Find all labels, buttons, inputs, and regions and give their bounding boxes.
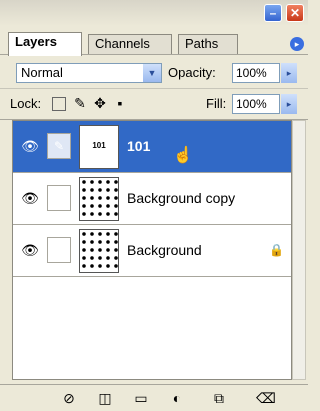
blend-mode-value: Normal bbox=[21, 65, 63, 80]
lock-position-icon[interactable]: ✥ bbox=[92, 95, 108, 111]
chevron-down-icon[interactable]: ▼ bbox=[143, 64, 161, 82]
layers-scrollbar[interactable] bbox=[292, 120, 306, 380]
new-layer-icon[interactable]: ⧉ bbox=[210, 389, 228, 407]
layer-name: Background bbox=[127, 242, 202, 258]
layer-name: 101 bbox=[127, 138, 151, 154]
lock-label: Lock: bbox=[10, 96, 42, 111]
opacity-slider-button[interactable]: ▸ bbox=[281, 63, 297, 83]
lock-transparent-icon[interactable] bbox=[52, 97, 66, 111]
fill-label: Fill: bbox=[206, 96, 227, 111]
link-slot[interactable] bbox=[47, 185, 71, 211]
minimize-button[interactable]: – bbox=[264, 4, 282, 22]
close-button[interactable]: ✕ bbox=[286, 4, 304, 22]
group-icon[interactable]: ▭ bbox=[132, 389, 150, 407]
eye-icon[interactable]: 👁 bbox=[18, 136, 42, 156]
eye-icon[interactable]: 👁 bbox=[18, 188, 42, 208]
layer-row[interactable]: 👁 ✎ 101 101 ☝ bbox=[13, 121, 291, 173]
layer-row[interactable]: 👁 Background 🔒 bbox=[13, 225, 291, 277]
brush-icon[interactable]: ✎ bbox=[47, 133, 71, 159]
blend-opacity-row: Normal ▼ Opacity: 100% ▸ bbox=[0, 58, 308, 89]
adjustment-icon[interactable]: ◐ bbox=[168, 389, 186, 407]
hand-cursor-icon: ☝ bbox=[173, 147, 193, 164]
fill-slider-button[interactable]: ▸ bbox=[281, 94, 297, 114]
panel-titlebar: – ✕ bbox=[0, 0, 308, 26]
layer-name: Background copy bbox=[127, 190, 236, 206]
tab-layers[interactable]: Layers bbox=[8, 32, 82, 56]
fill-field[interactable]: 100% bbox=[232, 94, 280, 114]
mask-icon[interactable]: ◫ bbox=[96, 389, 114, 407]
trash-icon[interactable]: ⌫ bbox=[256, 389, 276, 407]
tab-paths[interactable]: Paths bbox=[178, 34, 238, 54]
blend-mode-select[interactable]: Normal ▼ bbox=[16, 63, 162, 83]
lock-all-icon[interactable]: ▪ bbox=[112, 95, 128, 111]
opacity-field[interactable]: 100% bbox=[232, 63, 280, 83]
lock-paint-icon[interactable]: ✎ bbox=[72, 95, 88, 111]
layer-thumbnail bbox=[79, 229, 119, 273]
eye-icon[interactable]: 👁 bbox=[18, 240, 42, 260]
panel-footer: ⊘ ◫ ▭ ◐ ⧉ ⌫ bbox=[0, 384, 308, 411]
panel-tabs: Layers Channels Paths bbox=[0, 30, 308, 56]
tab-channels[interactable]: Channels bbox=[88, 34, 172, 54]
lock-icon: 🔒 bbox=[269, 243, 284, 257]
panel-menu-button[interactable]: ▸ bbox=[290, 37, 304, 51]
layers-list: 👁 ✎ 101 101 ☝ 👁 Background copy 👁 Backgr… bbox=[12, 120, 292, 380]
layer-style-icon[interactable]: ⊘ bbox=[60, 389, 78, 407]
link-slot[interactable] bbox=[47, 237, 71, 263]
layer-row[interactable]: 👁 Background copy bbox=[13, 173, 291, 225]
layer-thumbnail bbox=[79, 177, 119, 221]
opacity-label: Opacity: bbox=[168, 65, 216, 80]
layer-thumbnail: 101 bbox=[79, 125, 119, 169]
lock-fill-row: Lock: ✎ ✥ ▪ Fill: 100% ▸ bbox=[0, 89, 308, 120]
